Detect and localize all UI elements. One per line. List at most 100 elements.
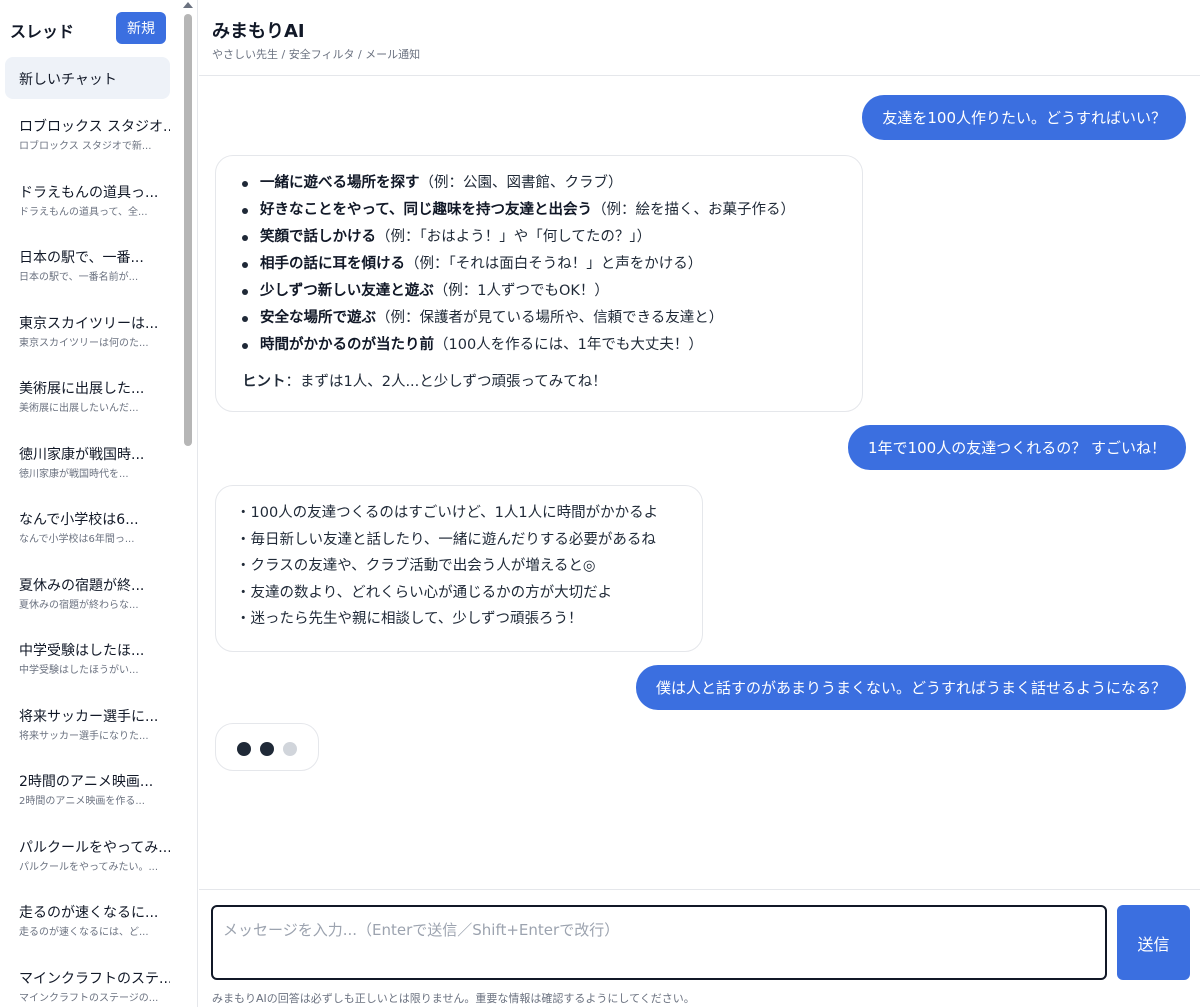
ai-message-list: 一緒に遊べる場所を探す（例：公園、図書館、クラブ） 好きなことをやって、同じ趣味を…	[242, 170, 844, 359]
thread-item[interactable]: 2時間のアニメ映画... 2時間のアニメ映画を作る...	[5, 762, 170, 828]
ai-message-line: ・迷ったら先生や親に相談して、少しずつ頑張ろう！	[236, 611, 583, 627]
thread-item-active[interactable]: 新しいチャット	[5, 57, 170, 99]
ai-message-line: ・100人の友達つくるのはすごいけど、1人1人に時間がかかるよ	[236, 505, 659, 521]
thread-preview: 日本の駅で、一番名前が...	[19, 272, 139, 283]
thread-items: ロブロックス スタジオ... ロブロックス スタジオで新... ドラえもんの道具っ.…	[5, 107, 170, 1007]
ai-hint: ヒント：まずは1人、2人...と少しずつ頑張ってみてね！	[242, 369, 844, 396]
composer: 送信 みまもりAIの回答は必ずしも正しいとは限りません。重要な情報は確認するよう…	[199, 889, 1200, 1007]
chat-header: みまもりAI やさしい先生 / 安全フィルタ / メール通知	[199, 0, 1200, 76]
ai-list-item-text: （例：「おはよう！」や「何してたの？」）	[376, 229, 652, 245]
app-title: みまもりAI	[212, 21, 305, 42]
user-message: 1年で100人の友達つくれるの？ すごいね！	[848, 425, 1186, 470]
thread-item[interactable]: 東京スカイツリーは... 東京スカイツリーは何のた...	[5, 304, 170, 370]
ai-list-item: 一緒に遊べる場所を探す（例：公園、図書館、クラブ）	[242, 170, 844, 197]
thread-preview: 中学受験はしたほうがい...	[19, 665, 139, 676]
ai-list-item-text: （例：絵を描く、お菓子作る）	[592, 202, 796, 218]
thread-item[interactable]: ロブロックス スタジオ... ロブロックス スタジオで新...	[5, 107, 170, 173]
ai-list-item-text: （例：公園、図書館、クラブ）	[419, 175, 623, 191]
thread-item[interactable]: 夏休みの宿題が終... 夏休みの宿題が終わらな...	[5, 566, 170, 632]
thread-title: マインクラフトのステ...	[19, 970, 170, 987]
main-panel: みまもりAI やさしい先生 / 安全フィルタ / メール通知 友達を100人作り…	[199, 0, 1200, 1007]
ai-list-item-bold: 安全な場所で遊ぶ	[260, 310, 376, 326]
thread-list: 新しいチャット ロブロックス スタジオ... ロブロックス スタジオで新... ドラ…	[5, 57, 170, 1007]
thread-title: 東京スカイツリーは...	[19, 315, 159, 332]
ai-list-item: 笑顔で話しかける（例：「おはよう！」や「何してたの？」）	[242, 224, 844, 251]
thread-preview: 将来サッカー選手になりた...	[19, 730, 149, 742]
scroll-up-arrow-icon[interactable]	[183, 2, 193, 8]
ai-list-item-bold: 少しずつ新しい友達と遊ぶ	[260, 283, 434, 299]
thread-title: パルクールをやってみ...	[19, 839, 170, 856]
thread-preview: ドラえもんの道具って、全...	[19, 206, 148, 218]
thread-preview: 夏休みの宿題が終わらな...	[19, 599, 139, 611]
thread-title: 将来サッカー選手に...	[19, 708, 159, 725]
thread-item[interactable]: なんで小学校は6... なんで小学校は6年間っ...	[5, 500, 170, 566]
new-thread-button[interactable]: 新規	[116, 12, 166, 44]
thread-item[interactable]: マインクラフトのステ... マインクラフトのステージの...	[5, 959, 170, 1007]
ai-list-item: 少しずつ新しい友達と遊ぶ（例：1人ずつでもOK！）	[242, 278, 844, 305]
thread-title: ロブロックス スタジオ...	[19, 119, 170, 135]
thread-preview: 走るのが速くなるには、ど...	[19, 927, 149, 938]
thread-item[interactable]: ドラえもんの道具っ... ドラえもんの道具って、全...	[5, 173, 170, 239]
ai-list-item: 安全な場所で遊ぶ（例：保護者が見ている場所や、信頼できる友達と）	[242, 305, 844, 332]
ai-list-item-bold: 時間がかかるのが当たり前	[260, 337, 434, 353]
app-subtitle: やさしい先生 / 安全フィルタ / メール通知	[212, 48, 421, 61]
typing-dot-icon	[260, 742, 274, 756]
thread-item[interactable]: 中学受験はしたほ... 中学受験はしたほうがい...	[5, 631, 170, 697]
scroll-thumb[interactable]	[184, 14, 192, 446]
thread-preview: なんで小学校は6年間っ...	[19, 534, 135, 545]
thread-title: ドラえもんの道具っ...	[19, 184, 159, 201]
hint-label: ヒント	[242, 374, 286, 390]
typing-dot-icon	[283, 742, 297, 756]
send-button[interactable]: 送信	[1117, 905, 1190, 980]
ai-list-item-text: （100人を作るには、1年でも大丈夫！）	[434, 337, 703, 353]
ai-list-item-bold: 一緒に遊べる場所を探す	[260, 175, 420, 191]
thread-preview: 2時間のアニメ映画を作る...	[19, 796, 145, 807]
thread-item[interactable]: 美術展に出展した... 美術展に出展したいんだ...	[5, 369, 170, 435]
ai-message-line: ・毎日新しい友達と話したり、一緒に遊んだりする必要があるね	[236, 531, 656, 548]
ai-list-item: 時間がかかるのが当たり前（100人を作るには、1年でも大丈夫！）	[242, 332, 844, 359]
thread-title: 日本の駅で、一番...	[19, 250, 144, 266]
thread-preview: 東京スカイツリーは何のた...	[19, 337, 149, 349]
ai-list-item-text: （例：「それは面白そうね！」と声をかける）	[405, 256, 703, 272]
sidebar: スレッド 新規 新しいチャット ロブロックス スタジオ... ロブロックス スタジ…	[0, 0, 198, 1007]
ai-list-item: 好きなことをやって、同じ趣味を持つ友達と出会う（例：絵を描く、お菓子作る）	[242, 197, 844, 224]
user-message: 友達を100人作りたい。どうすればいい？	[862, 95, 1186, 140]
ai-message: 一緒に遊べる場所を探す（例：公園、図書館、クラブ） 好きなことをやって、同じ趣味を…	[215, 155, 863, 412]
sidebar-scrollbar[interactable]	[181, 0, 195, 1007]
thread-title: 2時間のアニメ映画...	[19, 774, 154, 790]
ai-list-item-text: （例：保護者が見ている場所や、信頼できる友達と）	[376, 310, 724, 326]
thread-preview: 美術展に出展したいんだ...	[19, 403, 139, 414]
thread-preview: パルクールをやってみたい。...	[19, 861, 159, 873]
thread-title: なんで小学校は6...	[19, 512, 139, 528]
thread-preview: マインクラフトのステージの...	[19, 992, 159, 1004]
ai-message-line: ・友達の数より、どれくらい心が通じるかの方が大切だよ	[236, 584, 613, 601]
ai-list-item-bold: 好きなことをやって、同じ趣味を持つ友達と出会う	[260, 202, 593, 218]
thread-item[interactable]: パルクールをやってみ... パルクールをやってみたい。...	[5, 828, 170, 894]
sidebar-title: スレッド	[10, 22, 75, 41]
typing-indicator	[215, 723, 319, 771]
ai-list-item: 相手の話に耳を傾ける（例：「それは面白そうね！」と声をかける）	[242, 251, 844, 278]
thread-title: 徳川家康が戦国時...	[19, 446, 145, 463]
thread-title: 美術展に出展した...	[19, 381, 145, 397]
thread-title: 夏休みの宿題が終...	[19, 577, 145, 594]
thread-item[interactable]: 走るのが速くなるに... 走るのが速くなるには、ど...	[5, 893, 170, 959]
ai-message-line: ・クラスの友達や、クラブ活動で出会う人が増えると◎	[236, 558, 596, 574]
ai-message: ・100人の友達つくるのはすごいけど、1人1人に時間がかかるよ ・毎日新しい友達と…	[215, 485, 703, 652]
ai-list-item-bold: 笑顔で話しかける	[260, 229, 376, 245]
thread-item[interactable]: 日本の駅で、一番... 日本の駅で、一番名前が...	[5, 238, 170, 304]
ai-list-item-text: （例：1人ずつでもOK！）	[433, 283, 609, 299]
ai-list-item-bold: 相手の話に耳を傾ける	[260, 256, 405, 272]
typing-dot-icon	[237, 742, 251, 756]
thread-preview: ロブロックス スタジオで新...	[19, 141, 152, 152]
sidebar-header: スレッド 新規	[0, 0, 180, 56]
disclaimer: みまもりAIの回答は必ずしも正しいとは限りません。重要な情報は確認するようにして…	[212, 992, 695, 1005]
thread-title: 走るのが速くなるに...	[19, 905, 159, 921]
user-message: 僕は人と話すのがあまりうまくない。どうすればうまく話せるようになる？	[635, 665, 1186, 710]
thread-preview: 徳川家康が戦国時代を...	[19, 468, 129, 480]
hint-text: ：まずは1人、2人...と少しずつ頑張ってみてね！	[285, 374, 607, 390]
message-input[interactable]	[211, 905, 1107, 980]
thread-item[interactable]: 将来サッカー選手に... 将来サッカー選手になりた...	[5, 697, 170, 763]
chat-area[interactable]: 友達を100人作りたい。どうすればいい？ 一緒に遊べる場所を探す（例：公園、図書…	[199, 77, 1200, 889]
thread-item[interactable]: 徳川家康が戦国時... 徳川家康が戦国時代を...	[5, 435, 170, 501]
thread-title: 中学受験はしたほ...	[19, 643, 145, 659]
